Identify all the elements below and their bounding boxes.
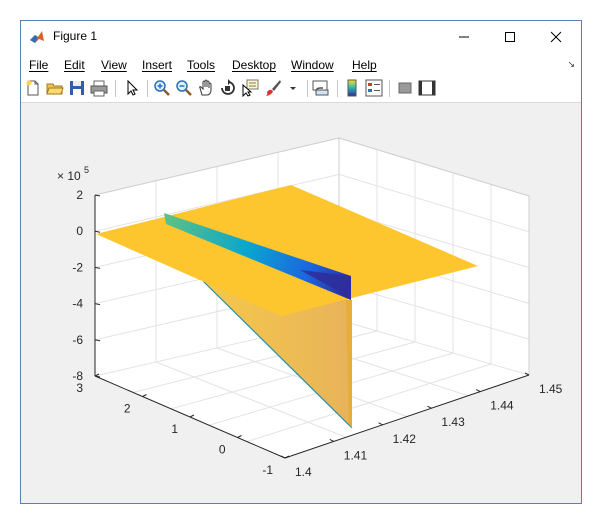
x-tick-label: 1.4: [295, 465, 312, 479]
toolbar-separator: [337, 80, 338, 97]
colorbar-icon[interactable]: [343, 79, 361, 97]
menu-insert[interactable]: Insert: [142, 58, 172, 72]
rotate-3d-icon[interactable]: [219, 79, 237, 97]
menu-bar: File Edit View Insert Tools Desktop Wind…: [21, 53, 581, 75]
save-icon[interactable]: [68, 79, 86, 97]
figure-toolbar: [21, 75, 581, 103]
x-tick-label: 1.42: [393, 432, 417, 446]
data-cursor-icon[interactable]: [241, 79, 259, 97]
z-tick-label: 2: [76, 188, 83, 202]
x-tick-label: 1.43: [441, 415, 465, 429]
pointer-icon[interactable]: [123, 79, 141, 97]
z-tick-label: -2: [72, 260, 83, 274]
menu-help[interactable]: Help: [352, 58, 377, 72]
maximize-button[interactable]: [487, 21, 533, 53]
close-icon: [550, 31, 562, 43]
z-tick-label: -4: [72, 297, 83, 311]
open-file-icon[interactable]: [46, 79, 64, 97]
legend-icon[interactable]: [365, 79, 383, 97]
link-plot-icon[interactable]: [312, 79, 330, 97]
toolbar-separator: [147, 80, 148, 97]
brush-icon[interactable]: [264, 79, 282, 97]
y-tick-label: 1: [171, 422, 178, 436]
pan-icon[interactable]: [197, 79, 215, 97]
surface-plot[interactable]: 20-2-4-6-8× 10 53210-1 1.41.411.421.431.44…: [21, 103, 581, 503]
y-tick-label: 3: [76, 381, 83, 395]
menu-view[interactable]: View: [101, 58, 127, 72]
window-title: Figure 1: [53, 29, 98, 43]
minimize-button[interactable]: [441, 21, 487, 53]
matlab-icon: [29, 29, 45, 45]
hide-plot-tools-icon[interactable]: [396, 79, 414, 97]
print-icon[interactable]: [90, 79, 108, 97]
menu-edit[interactable]: Edit: [64, 58, 85, 72]
z-tick-label: 0: [76, 224, 83, 238]
x-tick-label: 1.41: [344, 448, 368, 462]
menu-tools[interactable]: Tools: [187, 58, 215, 72]
exponent-label: × 10: [57, 169, 81, 183]
y-tick-label: 2: [124, 402, 131, 416]
x-tick-label: 1.44: [490, 399, 514, 413]
new-figure-icon[interactable]: [24, 79, 42, 97]
brush-dropdown-icon[interactable]: [284, 79, 302, 97]
toolbar-separator: [307, 80, 308, 97]
exponent-power: 5: [84, 165, 89, 175]
x-tick-label: 1.45: [539, 382, 563, 396]
maximize-icon: [505, 32, 515, 42]
menu-file[interactable]: File: [29, 58, 48, 72]
dock-arrow-icon[interactable]: ↘: [567, 59, 575, 70]
toolbar-separator: [389, 80, 390, 97]
minimize-icon: [459, 36, 469, 38]
figure-window: Figure 1 File Edit View Insert Tools Des…: [20, 20, 582, 504]
menu-desktop[interactable]: Desktop: [232, 58, 276, 72]
zoom-in-icon[interactable]: [153, 79, 171, 97]
toolbar-separator: [115, 80, 116, 97]
y-tick-label: 0: [219, 443, 226, 457]
y-tick-label: -1: [262, 463, 273, 477]
menu-window[interactable]: Window: [291, 58, 334, 72]
close-button[interactable]: [533, 21, 579, 53]
title-bar: Figure 1: [21, 21, 581, 53]
show-plot-tools-icon[interactable]: [418, 79, 436, 97]
z-tick-label: -6: [72, 333, 83, 347]
zoom-out-icon[interactable]: [175, 79, 193, 97]
axes-area: 2 0 -2 -4 -6 -8 × 10 5 3 2 1 0 -1 1.4 1.41 1.42 1.43 1.44…: [21, 103, 581, 503]
